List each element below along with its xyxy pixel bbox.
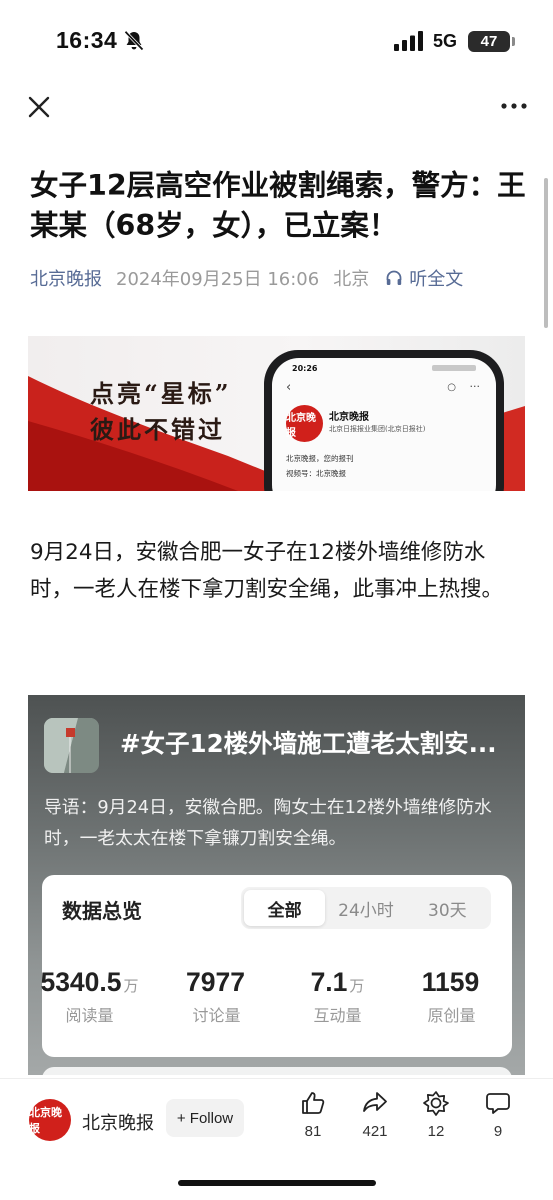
stat-number: 7977 (186, 967, 245, 997)
hot-topic-screenshot: #女子12楼外墙施工遭老太割安... 导语：9月24日，安徽合肥。陶女士在12楼… (28, 695, 525, 1075)
building-image (44, 718, 99, 773)
stat-label: 阅读量 (65, 1006, 114, 1025)
stats-overview-card: 数据总览 全部 24小时 30天 5340.5 万 阅读量 7977 讨论量 7.… (40, 875, 512, 1057)
phone-account-org: 北京日报报业集团(北京日报社) (329, 425, 426, 433)
stat-number: 7.1 (310, 967, 348, 997)
share-button[interactable]: 421 (350, 1089, 400, 1140)
phone-account-logo: 北京晚报 (286, 405, 323, 442)
share-icon (363, 1092, 387, 1112)
stat-label: 互动量 (313, 1006, 362, 1025)
stat-value: 7977 (159, 967, 274, 998)
headphones-icon (386, 270, 402, 285)
account-name[interactable]: 北京晚报 (82, 1109, 154, 1135)
tab-30d[interactable]: 30天 (407, 890, 488, 926)
tab-24h[interactable]: 24小时 (325, 890, 406, 926)
listen-label: 听全文 (409, 269, 464, 290)
banner-slogan-line1: 点亮“星标” (90, 379, 232, 408)
follow-button[interactable]: + Follow (166, 1099, 244, 1137)
listen-button[interactable]: 听全文 (385, 265, 463, 291)
comment-count: 9 (493, 1123, 503, 1140)
stat-unit: 万 (123, 978, 139, 995)
stat-value: 5340.5 万 (32, 967, 147, 998)
like-count: 81 (304, 1123, 322, 1140)
avatar-text: 北京晚报 (29, 1106, 62, 1135)
status-bar: 16:34 5G 47 (0, 0, 553, 84)
battery-icon: 47 (468, 31, 510, 52)
phone-time: 20:26 (292, 364, 318, 373)
phone-back-icon: ‹ (286, 380, 292, 395)
stats-title: 数据总览 (62, 899, 142, 923)
next-card-peek (42, 1067, 512, 1075)
article-location: 北京 (333, 269, 370, 290)
phone-status-icons (432, 365, 476, 371)
thumbs-up-icon (302, 1092, 325, 1114)
close-icon[interactable] (26, 94, 52, 120)
phone-screen: 20:26 ‹ ○ ··· 北京晚报 北京晚报 北京日报报业集团(北京日报社) … (272, 358, 496, 491)
comment-button[interactable]: 9 (473, 1089, 523, 1140)
stat-label: 讨论量 (192, 1006, 241, 1025)
time-range-segmented-control: 全部 24小时 30天 (241, 887, 491, 929)
phone-search-icon: ○ (447, 382, 456, 393)
home-indicator[interactable] (178, 1180, 376, 1186)
stat-number: 1159 (421, 967, 480, 997)
phone-account-name: 北京晚报 (329, 412, 369, 423)
network-type: 5G (433, 31, 458, 51)
comment-icon (486, 1093, 510, 1114)
phone-more-icon: ··· (469, 380, 481, 393)
topic-intro: 导语：9月24日，安徽合肥。陶女士在12楼外墙维修防水时，一老太太在楼下拿镰刀割… (44, 797, 492, 849)
tab-all[interactable]: 全部 (244, 890, 326, 926)
battery-level: 47 (480, 33, 498, 50)
star-banner-image: 点亮“星标” 彼此不错过 20:26 ‹ ○ ··· 北京晚报 北京晚报 北京日… (28, 336, 525, 491)
wow-icon (423, 1091, 449, 1116)
share-count: 421 (362, 1123, 388, 1140)
wow-count: 12 (427, 1123, 445, 1140)
phone-mockup: 20:26 ‹ ○ ··· 北京晚报 北京晚报 北京日报报业集团(北京日报社) … (264, 350, 504, 491)
stat-interactions: 7.1 万 互动量 (280, 967, 395, 1026)
article-paragraph: 9月24日，安徽合肥一女子在12楼外墙维修防水时，一老人在楼下拿刀割安全绳，此事… (30, 540, 504, 602)
wow-button[interactable]: 12 (411, 1089, 461, 1140)
stat-unit: 万 (349, 978, 365, 995)
stat-value: 7.1 万 (280, 967, 395, 998)
more-dots-icon[interactable] (499, 96, 529, 116)
phone-channel: 视频号：北京晚报 (286, 469, 346, 478)
phone-description: 北京晚报，您的报刊 (286, 454, 354, 463)
battery-tip (512, 37, 515, 46)
like-button[interactable]: 81 (288, 1089, 338, 1140)
stat-value: 1159 (394, 967, 509, 998)
stat-originals: 1159 原创量 (394, 967, 509, 1026)
scrollbar[interactable] (544, 178, 548, 328)
avatar[interactable]: 北京晚报 (29, 1099, 71, 1141)
phone-logo-text: 北京晚报 (286, 412, 316, 439)
article-meta: 北京晚报 2024年09月25日 16:06 北京 听全文 (30, 265, 463, 291)
stat-discussions: 7977 讨论量 (159, 967, 274, 1026)
article-source-link[interactable]: 北京晚报 (30, 265, 102, 291)
banner-slogan-line2: 彼此不错过 (90, 415, 225, 444)
topic-thumbnail (44, 718, 99, 773)
article-datetime: 2024年09月25日 16:06 (116, 269, 320, 290)
stat-label: 原创量 (427, 1006, 476, 1025)
article-title: 女子12层高空作业被割绳索，警方：王某某（68岁，女），已立案！ (30, 169, 526, 242)
stat-number: 5340.5 (40, 967, 122, 997)
status-time: 16:34 (56, 27, 118, 53)
bell-muted-icon (124, 30, 144, 51)
topic-title: #女子12楼外墙施工遭老太割安... (120, 729, 497, 758)
signal-icon (394, 31, 423, 51)
banner-slogan: 点亮“星标” 彼此不错过 (90, 376, 232, 448)
stat-reads: 5340.5 万 阅读量 (32, 967, 147, 1026)
